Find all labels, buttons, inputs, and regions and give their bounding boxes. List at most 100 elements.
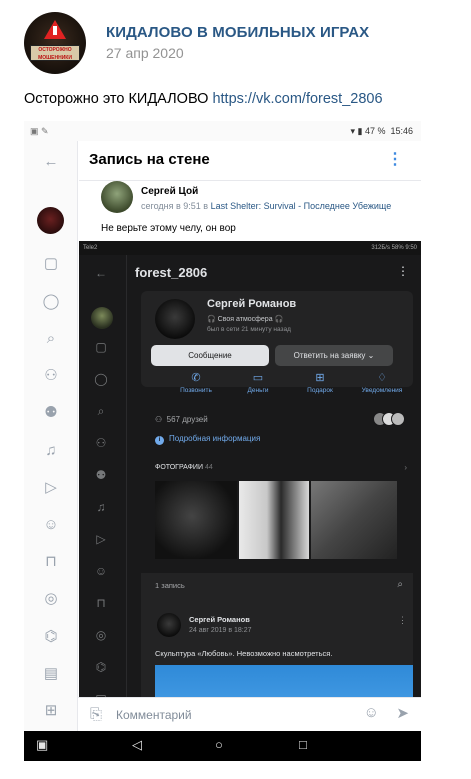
author-name[interactable]: Сергей Цой xyxy=(141,186,198,197)
detailed-info-link[interactable]: i Подробная информация xyxy=(155,434,260,445)
dark-profile-screenshot[interactable]: Tele2 312Б/s 58% 9:50 ← ▢ ◯ ⌕ ⚇ ⚉ ♫ ▷ ☺ … xyxy=(79,241,421,721)
phone-icon: ✆ xyxy=(191,372,201,384)
rail-avatar[interactable] xyxy=(37,207,64,234)
post-text-body: Осторожно это КИДАЛОВО xyxy=(24,91,213,107)
records-search-icon[interactable]: ⌕ xyxy=(397,579,403,590)
author-meta: сегодня в 9:51 в Last Shelter: Survival … xyxy=(141,201,391,211)
friends-icon[interactable]: ⚇ xyxy=(42,367,60,385)
post-header: ОСТОРОЖНО МОШЕННИКИ КИДАЛОВО В МОБИЛЬНЫХ… xyxy=(24,12,454,74)
dark-friends-icon[interactable]: ⚇ xyxy=(93,435,109,451)
dark-games-icon[interactable]: ☺ xyxy=(93,563,109,579)
gift-icon: ⊞ xyxy=(315,372,325,384)
messages-icon[interactable]: ◯ xyxy=(42,293,60,311)
dark-market-icon[interactable]: ⊓ xyxy=(93,595,109,611)
wall-post-date: 24 авг 2019 в 18:27 xyxy=(189,627,252,634)
photos-header[interactable]: ФОТОГРАФИИ 44 xyxy=(155,464,213,471)
friends-icon-small: ⚇ xyxy=(155,415,163,424)
post-link[interactable]: https://vk.com/forest_2806 xyxy=(212,91,382,107)
dark-search-icon[interactable]: ⌕ xyxy=(93,403,109,419)
wall-post-author[interactable]: Сергей Романов xyxy=(189,615,250,624)
author-meta-link[interactable]: Last Shelter: Survival - Последнее Убежи… xyxy=(211,201,392,211)
dark-status-right: 312Б/s 58% 9:50 xyxy=(371,245,417,251)
music-icon[interactable]: ♫ xyxy=(42,442,60,460)
dark-back-arrow-icon[interactable]: ← xyxy=(93,265,109,281)
calendar-icon[interactable]: ▤ xyxy=(42,665,60,683)
wall-header: Запись на стене ⋮ xyxy=(79,141,421,181)
live-icon[interactable]: ◎ xyxy=(42,590,60,608)
action-notify[interactable]: ♢ Уведомления xyxy=(351,371,413,394)
send-icon[interactable]: ➤ xyxy=(396,704,409,722)
profile-status-text: Своя атмосфера xyxy=(217,316,273,323)
friends-count-label: 567 друзей xyxy=(166,415,208,424)
author-meta-prefix: сегодня в 9:51 в xyxy=(141,201,211,211)
channel-avatar[interactable]: ОСТОРОЖНО МОШЕННИКИ xyxy=(24,12,86,74)
video-icon[interactable]: ▷ xyxy=(42,479,60,497)
dark-header: forest_2806 ⋮ xyxy=(127,255,421,291)
dark-messages-icon[interactable]: ◯ xyxy=(93,371,109,387)
wall-title: Запись на стене xyxy=(89,151,210,168)
left-rail: ← ▢ ◯ ⌕ ⚇ ⚉ ♫ ▷ ☺ ⊓ ◎ ⌬ ▤ ⊞ xyxy=(24,141,78,731)
comment-bar: ⎘ Комментарий ☺ ➤ xyxy=(78,697,421,731)
post-date[interactable]: 27 апр 2020 xyxy=(106,45,184,61)
respond-request-button[interactable]: Ответить на заявку ⌄ xyxy=(275,345,393,366)
status-bar: ▣ ✎ ▾ ▮ 47 % 15:46 xyxy=(24,121,421,141)
friends-count[interactable]: ⚇ 567 друзей xyxy=(155,415,208,424)
dark-left-rail: ← ▢ ◯ ⌕ ⚇ ⚉ ♫ ▷ ☺ ⊓ ◎ ⌬ ▤ xyxy=(79,255,127,721)
action-gift-label: Подарок xyxy=(307,387,333,394)
more-vertical-icon[interactable]: ⋮ xyxy=(387,149,403,169)
status-right: ▾ ▮ 47 % 15:46 xyxy=(350,126,413,136)
wall-post-more-icon[interactable]: ⋮ xyxy=(398,615,407,626)
dark-music-icon[interactable]: ♫ xyxy=(93,499,109,515)
back-icon[interactable]: ◁ xyxy=(132,737,142,753)
wall-post-text: Скульптура «Любовь». Невозможно насмотре… xyxy=(155,649,333,658)
comment-input[interactable]: Комментарий xyxy=(116,708,192,722)
news-icon[interactable]: ▢ xyxy=(42,255,60,273)
dark-video-icon[interactable]: ▷ xyxy=(93,531,109,547)
podcasts-icon[interactable]: ⌬ xyxy=(42,628,60,646)
action-gift[interactable]: ⊞ Подарок xyxy=(289,371,351,394)
money-icon: ▭ xyxy=(252,372,264,384)
photo-thumbnail[interactable] xyxy=(311,481,397,559)
friends-avatars[interactable] xyxy=(373,412,411,426)
dark-live-icon[interactable]: ◎ xyxy=(93,627,109,643)
profile-status: 🎧 Своя атмосфера 🎧 xyxy=(207,316,284,323)
dark-more-icon[interactable]: ⋮ xyxy=(397,264,409,278)
records-count: 1 запись xyxy=(155,581,185,590)
dark-status-bar: Tele2 312Б/s 58% 9:50 xyxy=(79,241,421,255)
exclamation-mark xyxy=(53,26,57,35)
market-icon[interactable]: ⊓ xyxy=(42,553,60,571)
smile-icon[interactable]: ☺ xyxy=(364,704,379,721)
status-time: 15:46 xyxy=(390,126,413,136)
action-call[interactable]: ✆ Позвонить xyxy=(165,371,227,394)
back-arrow-icon[interactable]: ← xyxy=(42,153,60,171)
paperclip-icon[interactable]: ⎘ xyxy=(90,706,102,723)
home-icon[interactable]: ○ xyxy=(215,737,223,752)
status-left-icons: ▣ ✎ xyxy=(30,126,49,136)
dark-news-icon[interactable]: ▢ xyxy=(93,339,109,355)
photo-thumbnail[interactable] xyxy=(155,481,237,559)
post-text: Осторожно это КИДАЛОВО https://vk.com/fo… xyxy=(24,91,383,107)
action-money[interactable]: ▭ Деньги xyxy=(227,371,289,394)
gamepad-icon[interactable]: ⊞ xyxy=(42,702,60,720)
profile-avatar[interactable] xyxy=(155,299,195,339)
dark-podcasts-icon[interactable]: ⌬ xyxy=(93,659,109,675)
battery-level: 47 % xyxy=(364,126,386,136)
chevron-right-icon[interactable]: › xyxy=(404,463,407,472)
channel-name[interactable]: КИДАЛОВО В МОБИЛЬНЫХ ИГРАХ xyxy=(106,24,369,41)
search-icon[interactable]: ⌕ xyxy=(42,330,60,348)
overview-icon[interactable]: □ xyxy=(299,737,307,752)
action-call-label: Позвонить xyxy=(180,387,212,394)
recents-icon[interactable]: ▣ xyxy=(36,737,48,753)
action-money-label: Деньги xyxy=(247,387,269,394)
bell-icon: ♢ xyxy=(377,372,387,384)
dark-rail-avatar[interactable] xyxy=(91,307,113,329)
dark-groups-icon[interactable]: ⚉ xyxy=(93,467,109,483)
author-avatar[interactable] xyxy=(101,181,133,213)
games-icon[interactable]: ☺ xyxy=(42,516,60,534)
android-nav-bar: ▣ ◁ ○ □ xyxy=(24,731,421,761)
wall-post-avatar[interactable] xyxy=(157,613,181,637)
message-button[interactable]: Сообщение xyxy=(151,345,269,366)
attached-screenshot[interactable]: ▣ ✎ ▾ ▮ 47 % 15:46 ← ▢ ◯ ⌕ ⚇ ⚉ ♫ ▷ ☺ ⊓ ◎… xyxy=(24,121,421,761)
photo-thumbnail[interactable] xyxy=(239,481,309,559)
groups-icon[interactable]: ⚉ xyxy=(42,404,60,422)
